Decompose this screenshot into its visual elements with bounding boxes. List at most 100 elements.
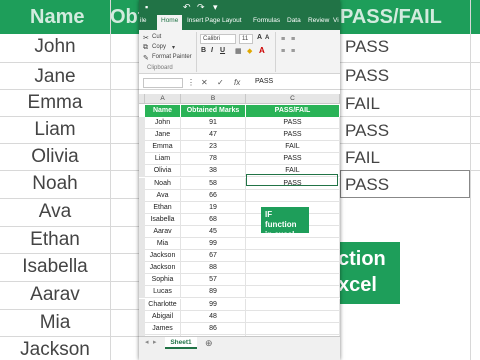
cell-marks[interactable]: 57 [181,274,246,287]
cell-marks[interactable]: 58 [181,177,246,190]
tab-home[interactable]: Home [157,15,183,30]
cell-name[interactable]: Liam [145,153,181,166]
cell-marks[interactable]: 91 [181,117,246,129]
cell-name[interactable]: Jackson [145,262,181,275]
cell-marks[interactable]: 86 [181,322,246,335]
redo-icon[interactable]: ↷ [197,2,205,13]
fx-icon[interactable]: fx [234,78,240,87]
underline-button[interactable]: U [220,47,225,54]
cell-name[interactable]: Jackson [145,250,181,263]
column-header-a[interactable]: A [145,94,181,104]
cell-result[interactable]: PASS [246,153,340,166]
align-icon[interactable]: ≡ [291,36,295,43]
copy-button[interactable]: Copy [152,44,166,50]
name-box[interactable] [143,78,183,88]
table-header-marks[interactable]: Obtained Marks [181,105,246,117]
cell-result[interactable]: PASS [246,129,340,142]
sheet-nav-icon[interactable]: ▸ [153,338,157,346]
cell-name[interactable]: Lucas [145,286,181,299]
namebox-dropdown-icon[interactable]: ⋮ [187,78,195,87]
cell-name[interactable]: James [145,322,181,335]
cell-marks[interactable]: 89 [181,286,246,299]
cell-name[interactable]: Jane [145,129,181,142]
cell-result[interactable] [246,322,340,335]
align-icon[interactable]: ≡ [281,48,285,55]
tab-formulas[interactable]: Formulas [253,17,280,24]
sheet-nav-icon[interactable]: ◂ [145,338,149,346]
borders-icon[interactable]: ▦ [235,47,242,55]
cell-result[interactable] [246,189,340,202]
cell-marks[interactable]: 38 [181,165,246,178]
cell-name[interactable]: Ethan [145,201,181,214]
cell-result[interactable]: FAIL [246,141,340,154]
undo-icon[interactable]: ↶ [183,2,191,13]
cell-result[interactable] [246,274,340,287]
align-icon[interactable]: ≡ [291,48,295,55]
cell-name[interactable]: Ava [145,189,181,202]
tab-file[interactable]: ile [140,17,147,24]
selected-cell[interactable] [246,174,338,186]
quick-access-dropdown-icon[interactable]: ▾ [213,2,218,13]
cell-marks[interactable]: 45 [181,225,246,238]
cancel-icon[interactable]: ✕ [201,78,208,87]
cell-name[interactable]: Noah [145,177,181,190]
cell-marks[interactable]: 23 [181,141,246,154]
cell-marks[interactable]: 88 [181,262,246,275]
cell-result[interactable] [246,310,340,323]
save-icon[interactable]: ▪ [145,2,148,12]
cell-marks[interactable]: 47 [181,129,246,142]
add-sheet-icon[interactable]: ⊕ [205,338,213,349]
cell-name[interactable]: Abigail [145,310,181,323]
copy-dropdown-icon[interactable]: ▾ [172,44,175,51]
cell-marks[interactable]: 66 [181,189,246,202]
cell-result[interactable] [246,250,340,263]
italic-button[interactable]: I [211,47,213,54]
cell-name[interactable]: Aarav [145,225,181,238]
tab-page-layout[interactable]: Page Layout [205,17,242,24]
ribbon: ✂ Cut ⧉ Copy ▾ ✎ Format Painter Clipboar… [139,30,340,74]
font-size-select[interactable]: 11 [239,34,253,44]
table-header-name[interactable]: Name [145,105,181,117]
grow-font-button[interactable]: A [257,34,262,41]
cell-name[interactable]: Emma [145,141,181,154]
cell-marks[interactable]: 48 [181,310,246,323]
formula-bar: ⋮ ✕ ✓ fx PASS [139,76,340,90]
cell-name[interactable]: Sophia [145,274,181,287]
cell-result[interactable] [246,262,340,275]
tab-view[interactable]: Vi [333,17,339,24]
tab-review[interactable]: Review [308,17,329,24]
cell-result[interactable] [246,286,340,299]
cell-name[interactable]: John [145,117,181,129]
cell-name[interactable]: Olivia [145,165,181,178]
enter-icon[interactable]: ✓ [217,78,224,87]
column-header-c[interactable]: C [246,94,340,104]
cell-marks[interactable]: 67 [181,250,246,263]
shrink-font-button[interactable]: A [265,35,269,41]
cell-marks[interactable]: 78 [181,153,246,166]
cut-button[interactable]: Cut [152,34,161,40]
cell-marks[interactable]: 99 [181,298,246,311]
bold-button[interactable]: B [201,47,206,54]
font-name-select[interactable]: Calibri [200,34,236,44]
format-painter-button[interactable]: Format Painter [152,54,192,60]
bg-badge-line1: ction [338,248,386,270]
table-header-result[interactable]: PASS/FAIL [246,105,340,117]
formula-input[interactable]: PASS [255,78,273,85]
bg-grid-line [0,226,140,227]
cell-marks[interactable]: 19 [181,201,246,214]
cell-marks[interactable]: 99 [181,238,246,250]
align-icon[interactable]: ≡ [281,36,285,43]
column-header-b[interactable]: B [181,94,246,104]
bg-grid-line [0,281,140,282]
tab-insert[interactable]: Insert [187,17,203,24]
cell-name[interactable]: Charlotte [145,298,181,311]
font-color-icon[interactable]: A [259,46,265,55]
cell-name[interactable]: Isabella [145,213,181,226]
cell-name[interactable]: Mia [145,238,181,250]
sheet-tab-sheet1[interactable]: Sheet1 [165,337,197,349]
tab-data[interactable]: Data [287,17,301,24]
cell-marks[interactable]: 68 [181,213,246,226]
fill-color-icon[interactable]: ◆ [247,47,252,55]
cell-result[interactable]: PASS [246,117,340,129]
cell-result[interactable] [246,298,340,311]
